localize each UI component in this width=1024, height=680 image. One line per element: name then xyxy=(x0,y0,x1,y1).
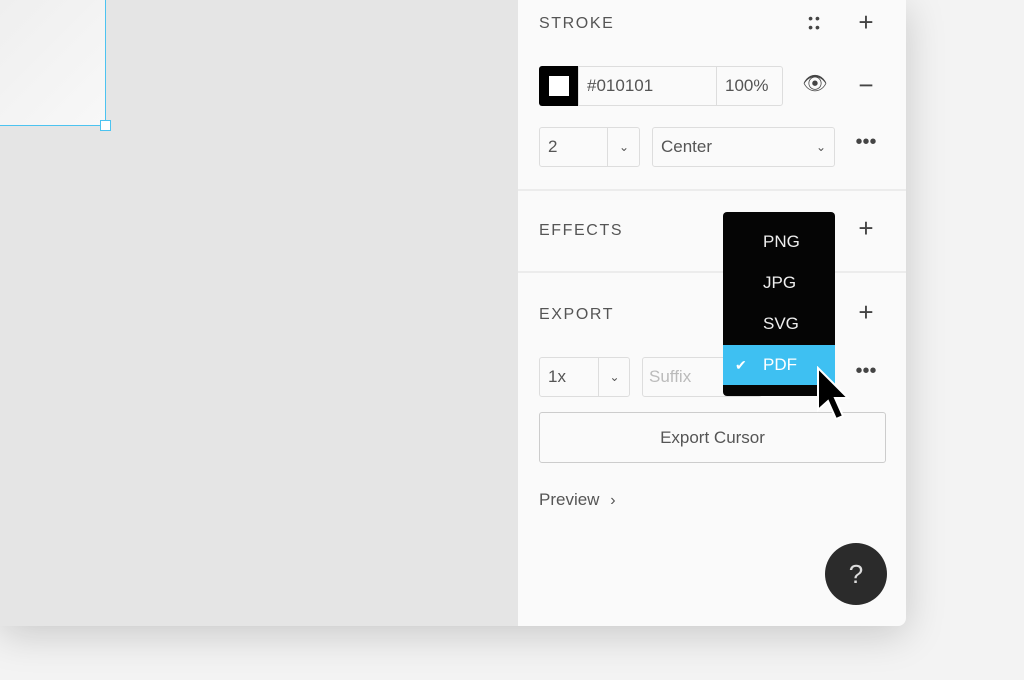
canvas[interactable] xyxy=(0,0,518,626)
stroke-position-select[interactable]: Center ⌄ xyxy=(652,127,835,167)
preview-label: Preview xyxy=(539,490,600,509)
resize-handle[interactable] xyxy=(100,120,111,131)
add-stroke-plus-icon[interactable]: + xyxy=(853,9,879,35)
menu-item-png[interactable]: PNG xyxy=(723,222,835,262)
menu-item-pdf-label: PDF xyxy=(763,355,797,374)
export-heading: EXPORT xyxy=(539,306,615,323)
chevron-right-icon: › xyxy=(610,492,616,509)
add-export-plus-icon[interactable]: + xyxy=(853,299,879,325)
menu-item-jpg[interactable]: JPG xyxy=(723,263,835,303)
properties-panel: STROKE •• •• + #010101 100% 👁 − 2 ⌄ Center… xyxy=(518,0,906,626)
style-grid-icon[interactable]: •• •• xyxy=(805,11,825,34)
stroke-weight-value: 2 xyxy=(548,137,558,156)
chevron-down-icon: ⌄ xyxy=(607,128,640,166)
divider xyxy=(518,271,906,273)
stroke-weight-select[interactable]: 2 ⌄ xyxy=(539,127,640,167)
menu-item-svg[interactable]: SVG xyxy=(723,304,835,344)
chevron-down-icon: ⌄ xyxy=(598,358,630,396)
eye-icon[interactable]: 👁 xyxy=(802,74,828,94)
add-effect-plus-icon[interactable]: + xyxy=(853,215,879,241)
export-scale-select[interactable]: 1x ⌄ xyxy=(539,357,630,397)
divider xyxy=(518,189,906,191)
stroke-color-swatch[interactable] xyxy=(539,66,579,106)
mouse-cursor-icon xyxy=(817,366,851,421)
stroke-hex-input[interactable]: #010101 xyxy=(578,66,717,106)
remove-stroke-minus-icon[interactable]: − xyxy=(853,72,879,98)
check-icon: ✔ xyxy=(735,356,747,373)
chevron-down-icon: ⌄ xyxy=(815,140,826,154)
stroke-opacity-input[interactable]: 100% xyxy=(716,66,783,106)
effects-heading: EFFECTS xyxy=(539,222,624,239)
selected-frame[interactable] xyxy=(0,0,106,126)
help-button[interactable]: ? xyxy=(825,543,887,605)
preview-toggle[interactable]: Preview › xyxy=(539,490,616,510)
export-scale-value: 1x xyxy=(548,367,566,386)
stroke-heading: STROKE xyxy=(539,15,615,32)
more-options-icon[interactable]: ••• xyxy=(848,132,884,152)
stroke-position-value: Center xyxy=(661,137,713,156)
